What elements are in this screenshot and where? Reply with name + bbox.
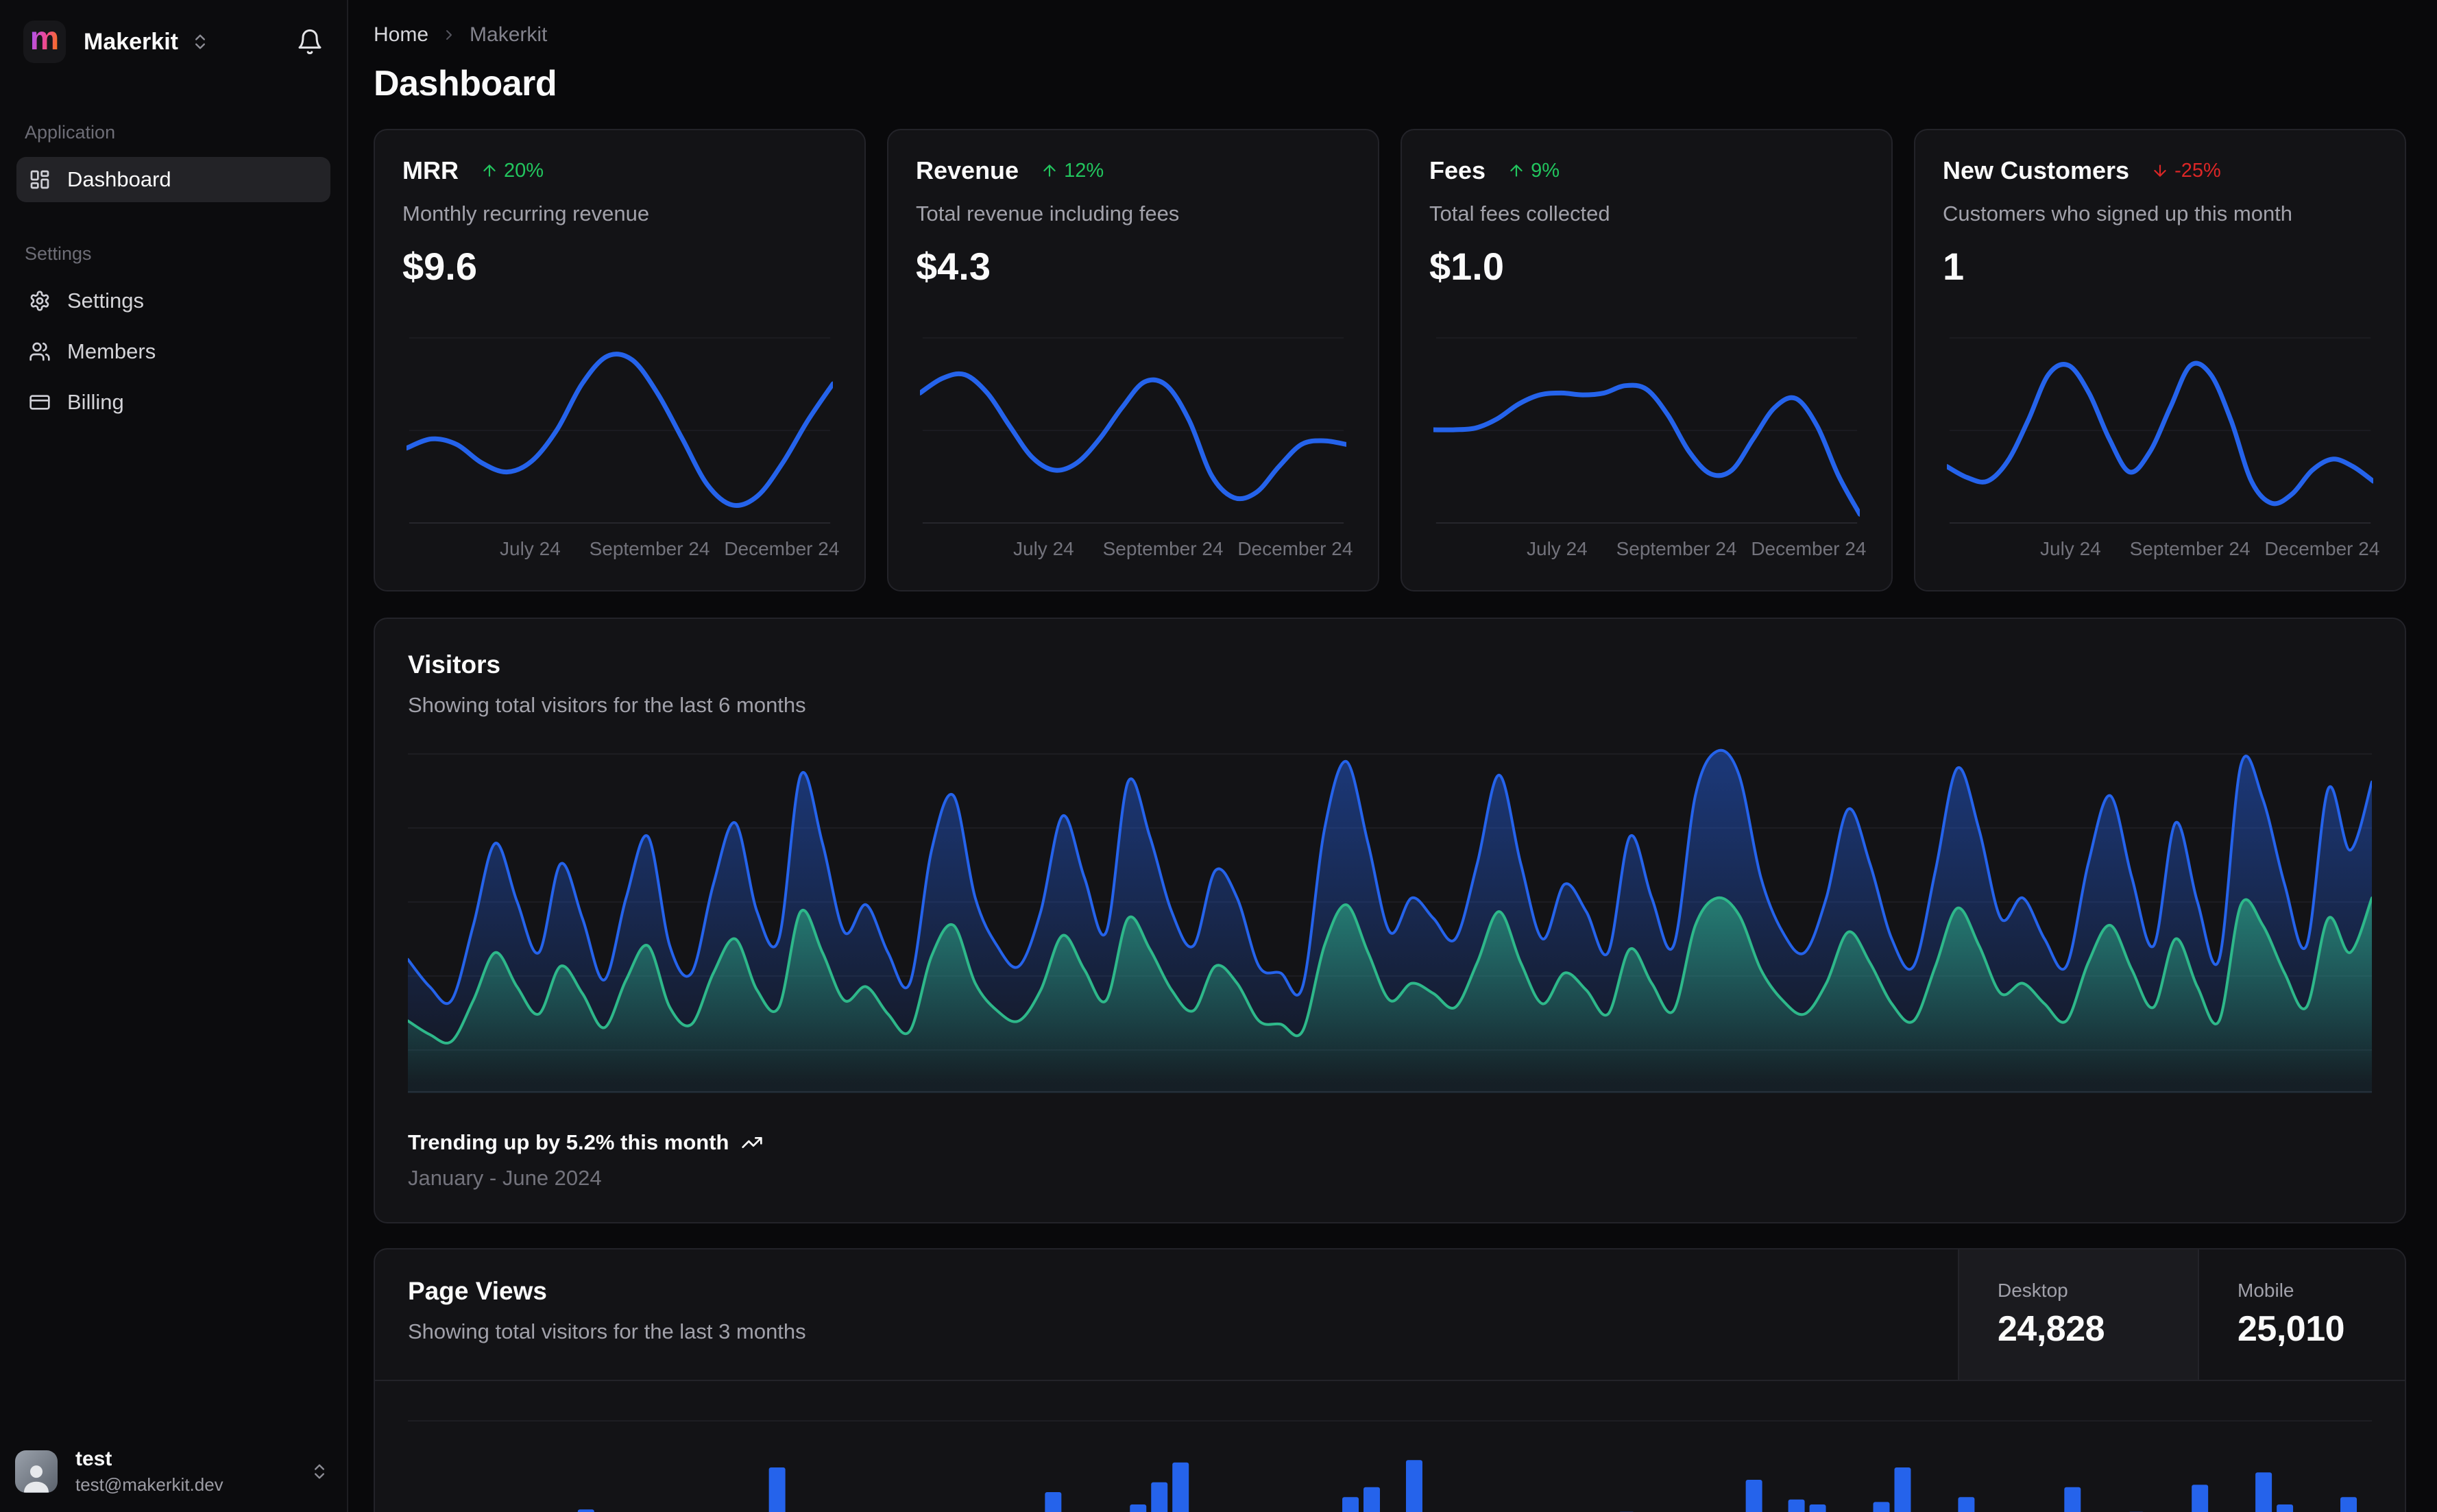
workspace-selector[interactable]: Makerkit [84, 29, 178, 56]
stat-subtitle: Total fees collected [1429, 202, 1610, 225]
stat-card-mrr: MRR 20% Monthly recurring revenue $9.6 J… [374, 129, 866, 592]
toggle-mobile-label: Mobile [2238, 1280, 2294, 1301]
page-views-bar-chart [408, 1420, 2372, 1512]
sidebar: m Makerkit Application Dashboard Setting… [0, 0, 348, 1512]
sidebar-item-label: Members [67, 339, 156, 363]
page-views-subtitle: Showing total visitors for the last 3 mo… [408, 1319, 806, 1343]
arrow-down-icon [2154, 164, 2166, 177]
arrow-up-icon [1043, 164, 1056, 177]
trend-badge: 20% [481, 160, 544, 182]
stat-value: $4.3 [916, 245, 991, 288]
new-customers-line-chart [1947, 337, 2373, 524]
chevron-right-icon [441, 27, 457, 43]
visitors-date-range: January - June 2024 [408, 1166, 602, 1190]
page-views-header: Page Views Showing total visitors for th… [375, 1249, 2405, 1381]
stat-title: MRR [402, 156, 459, 184]
visitors-title: Visitors [408, 650, 501, 679]
x-axis-labels: July 24 September 24 December 24 [1527, 538, 1867, 559]
visitors-trend-note: Trending up by 5.2% this month [408, 1130, 2372, 1155]
stat-card-revenue: Revenue 12% Total revenue including fees… [887, 129, 1379, 592]
toggle-mobile[interactable]: Mobile 25,010 [2198, 1249, 2405, 1380]
stat-title: New Customers [1943, 156, 2130, 184]
makerkit-logo[interactable]: m [23, 21, 66, 63]
stat-card-fees: Fees 9% Total fees collected $1.0 July 2… [1401, 129, 1893, 592]
person-silhouette-icon [24, 1465, 49, 1493]
sidebar-item-label: Billing [67, 390, 124, 414]
breadcrumb-current: Makerkit [470, 23, 548, 46]
user-name: test [75, 1448, 112, 1470]
toggle-mobile-value: 25,010 [2238, 1309, 2345, 1349]
sidebar-item-dashboard[interactable]: Dashboard [16, 157, 330, 202]
chevrons-up-down-icon[interactable] [310, 1462, 329, 1481]
user-info: test test@makerkit.dev [75, 1448, 223, 1496]
sidebar-nav: Application Dashboard Settings Settings … [16, 122, 330, 425]
toggle-desktop[interactable]: Desktop 24,828 [1958, 1249, 2198, 1380]
user-email: test@makerkit.dev [75, 1474, 223, 1495]
x-axis-labels: July 24 September 24 December 24 [2040, 538, 2380, 559]
page-title: Dashboard [374, 64, 557, 103]
stat-title: Fees [1429, 156, 1486, 184]
stat-cards-row: MRR 20% Monthly recurring revenue $9.6 J… [374, 129, 2406, 592]
sidebar-item-label: Dashboard [67, 167, 171, 191]
chevrons-up-down-icon[interactable] [191, 32, 210, 51]
mrr-line-chart [407, 337, 833, 524]
x-axis-labels: July 24 September 24 December 24 [1013, 538, 1353, 559]
sidebar-item-label: Settings [67, 289, 145, 313]
page-views-title: Page Views [408, 1277, 547, 1305]
dashboard-icon [30, 170, 49, 189]
stat-value: $9.6 [402, 245, 477, 288]
breadcrumb: Home Makerkit [374, 23, 2406, 47]
revenue-line-chart [920, 337, 1346, 524]
main-content: Home Makerkit Dashboard MRR 20% Monthly … [348, 0, 2437, 1512]
gear-icon [30, 291, 49, 311]
trend-badge: -25% [2151, 160, 2221, 182]
dashboard-page: { "colors":{ "accent_blue":"#2563eb", "s… [0, 0, 2437, 1512]
nav-group-label-settings: Settings [25, 243, 92, 264]
nav-group-label-application: Application [25, 122, 116, 143]
trend-badge: 12% [1041, 160, 1104, 182]
avatar [15, 1450, 58, 1493]
workspace-header: m Makerkit [16, 21, 330, 63]
visitors-card: Visitors Showing total visitors for the … [374, 618, 2406, 1223]
fees-line-chart [1433, 337, 1860, 524]
stat-subtitle: Customers who signed up this month [1943, 202, 2293, 225]
trend-badge: 9% [1507, 160, 1560, 182]
makerkit-logo-letter: m [29, 21, 60, 57]
notifications-bell-icon[interactable] [296, 28, 324, 56]
x-axis-labels: July 24 September 24 December 24 [500, 538, 840, 559]
arrow-up-icon [483, 164, 496, 177]
breadcrumb-home-link[interactable]: Home [374, 23, 428, 47]
stat-value: $1.0 [1429, 245, 1504, 288]
sidebar-item-members[interactable]: Members [16, 329, 330, 374]
stat-card-new-customers: New Customers -25% Customers who signed … [1914, 129, 2406, 592]
stat-subtitle: Monthly recurring revenue [402, 202, 650, 225]
sidebar-item-billing[interactable]: Billing [16, 380, 330, 425]
page-views-card: Page Views Showing total visitors for th… [374, 1248, 2406, 1512]
visitors-subtitle: Showing total visitors for the last 6 mo… [408, 693, 806, 717]
trending-up-icon [742, 1137, 763, 1148]
toggle-desktop-label: Desktop [1998, 1280, 2068, 1301]
visitors-area-chart [408, 748, 2372, 1093]
credit-card-icon [29, 395, 50, 410]
stat-subtitle: Total revenue including fees [916, 202, 1180, 225]
stat-title: Revenue [916, 156, 1019, 184]
arrow-up-icon [1510, 164, 1523, 177]
toggle-desktop-value: 24,828 [1998, 1309, 2105, 1349]
sidebar-item-settings[interactable]: Settings [16, 278, 330, 324]
users-icon [29, 342, 50, 361]
stat-value: 1 [1943, 245, 1965, 288]
user-menu[interactable]: test test@makerkit.dev [15, 1448, 329, 1496]
